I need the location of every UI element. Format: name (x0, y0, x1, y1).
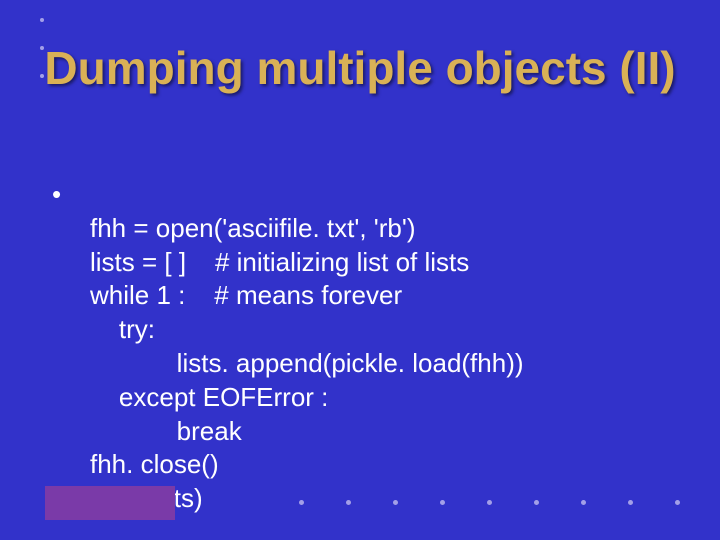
code-line: lists. append(pickle. load(fhh)) (90, 348, 524, 378)
code-line: fhh. close() (90, 449, 219, 479)
code-line: fhh = open('asciifile. txt', 'rb') (90, 213, 416, 243)
code-line: while 1 : # means forever (90, 280, 402, 310)
code-line: break (90, 416, 242, 446)
decorative-dots-bottom (299, 500, 680, 505)
bullet-icon: • (52, 178, 90, 516)
code-line: except EOFError : (90, 382, 328, 412)
decorative-bar (45, 486, 175, 520)
code-line: lists = [ ] # initializing list of lists (90, 247, 469, 277)
code-block: fhh = open('asciifile. txt', 'rb') lists… (90, 178, 524, 516)
slide-title: Dumping multiple objects (II) (0, 42, 720, 95)
slide-content: • fhh = open('asciifile. txt', 'rb') lis… (52, 178, 692, 516)
code-line: try: (90, 314, 155, 344)
